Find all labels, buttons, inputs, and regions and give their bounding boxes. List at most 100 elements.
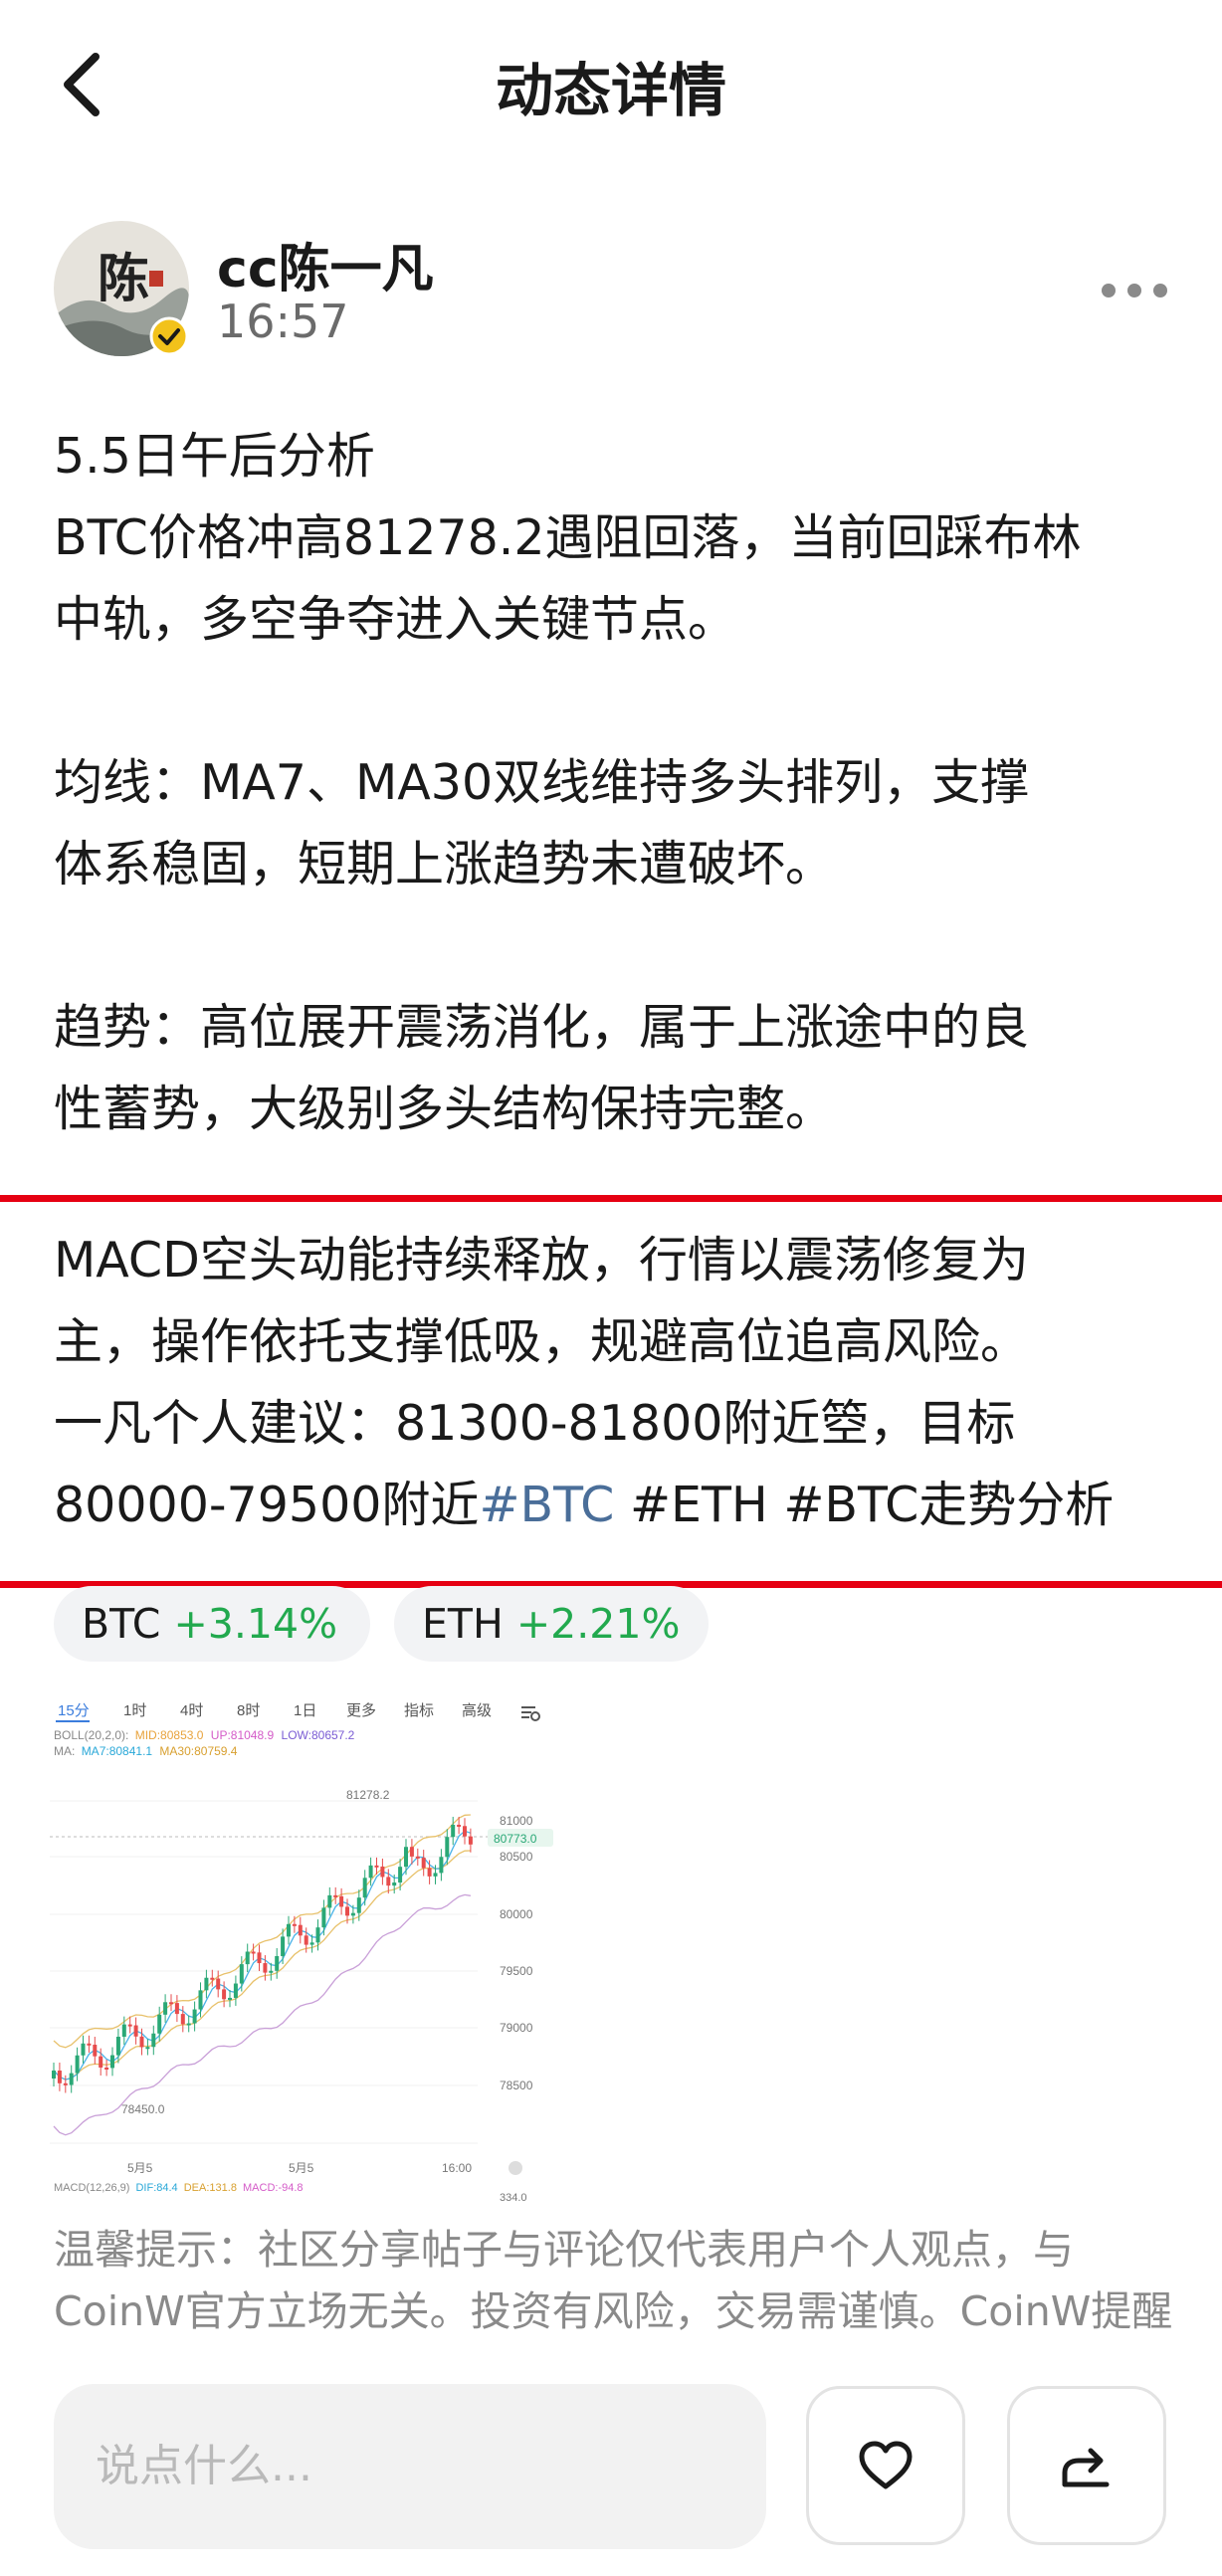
hashtag-eth[interactable]: #ETH: [630, 1477, 768, 1533]
coin-change: +3.14%: [173, 1600, 338, 1648]
macd-legend: MACD(12,26,9) DIF:84.4 DEA:131.8 MACD:-9…: [54, 2182, 304, 2194]
price-tick: 79500: [500, 1964, 533, 1978]
candle-body: [115, 2037, 120, 2056]
candle-body: [133, 2025, 138, 2037]
candle-body: [87, 2043, 92, 2046]
interval-tab: 高级: [462, 1702, 492, 1719]
candle-body: [251, 1951, 256, 1954]
interval-tab: 8时: [237, 1702, 260, 1719]
macd-axis-label: 334.0: [500, 2192, 527, 2204]
highlight-line-top: [0, 1195, 1222, 1202]
verified-check-icon: [149, 316, 189, 356]
like-button[interactable]: [806, 2386, 965, 2545]
candle-body: [415, 1856, 420, 1859]
active-tab-underline: [56, 1720, 90, 1722]
candle-body: [468, 1836, 473, 1845]
candle-body: [263, 1963, 268, 1973]
candle-body: [281, 1936, 286, 1956]
candle-body: [186, 2023, 191, 2026]
notice-line: 温馨提示：社区分享帖子与评论仅代表用户个人观点，与: [54, 2226, 1074, 2274]
price-tick: 78500: [500, 2079, 533, 2092]
hashtag-btc-analysis[interactable]: #BTC走势分析: [783, 1477, 1114, 1533]
candle-body: [157, 2014, 162, 2034]
candle-body: [362, 1878, 367, 1898]
candle-body: [104, 2067, 109, 2070]
candle-body: [374, 1865, 379, 1868]
coin-pill-eth[interactable]: ETH +2.21%: [394, 1586, 709, 1662]
candle-body: [204, 1977, 209, 1991]
boll-mid-line: [53, 1850, 471, 2081]
current-price-label: 80773.0: [494, 1832, 537, 1846]
author-name[interactable]: cc陈一凡: [217, 227, 434, 301]
candle-body: [439, 1857, 444, 1874]
post-content: 5.5日午后分析 BTC价格冲高81278.2遇阻回落，当前回踩布林 中轨，多空…: [54, 416, 1178, 1150]
more-dots-icon: [1102, 284, 1167, 297]
chart-image[interactable]: 15分 1时 4时 8时 1日 更多 指标 高级 BOLL(20,2,0): M…: [50, 1687, 557, 2205]
post-line: 体系稳固，短期上涨趋势未遭破坏。: [54, 836, 835, 892]
candle-body: [292, 1923, 297, 1926]
candle-body: [151, 2033, 156, 2048]
candle-body: [298, 1924, 303, 1936]
post-line: BTC价格冲高81278.2遇阻回落，当前回踩布林: [54, 509, 1082, 566]
candle-body: [228, 1997, 232, 2000]
candle-body: [63, 2082, 68, 2085]
author-row: 陈 cc陈一凡 16:57: [54, 221, 1168, 360]
candle-body: [245, 1951, 250, 1965]
candle-body: [304, 1935, 308, 1945]
candle-body: [321, 1907, 326, 1928]
candle-body: [210, 1977, 215, 1980]
notice-line: CoinW官方立场无关。投资有风险，交易需谨慎。CoinW提醒: [54, 2287, 1173, 2335]
boll-lower-line: [53, 1893, 471, 2136]
candle-body: [386, 1877, 391, 1886]
candle-body: [463, 1826, 467, 1837]
candle-body: [110, 2055, 114, 2069]
high-price-label: 81278.2: [346, 1788, 390, 1802]
candle-body: [99, 2056, 103, 2068]
candle-body: [398, 1867, 403, 1883]
candle-body: [174, 2003, 179, 2015]
top-nav-bar: 动态详情: [0, 0, 1222, 169]
candle-body: [198, 1990, 203, 2010]
candle-body: [52, 2071, 56, 2079]
candle-body: [327, 1894, 332, 1908]
candle-body: [145, 2047, 150, 2050]
coin-symbol: ETH: [422, 1600, 504, 1648]
candle-body: [275, 1955, 280, 1971]
ma-legend: MA: MA7:80841.1 MA30:80759.4: [54, 1744, 238, 1758]
comment-input[interactable]: 说点什么...: [54, 2384, 766, 2549]
low-price-label: 78450.0: [121, 2102, 165, 2116]
candle-body: [409, 1847, 414, 1857]
post-line: 5.5日午后分析: [54, 428, 375, 485]
hashtag-btc[interactable]: #BTC: [479, 1477, 614, 1533]
post-time: 16:57: [217, 295, 349, 348]
candle-body: [69, 2073, 74, 2085]
settings-icon: [521, 1706, 540, 1721]
price-tick: 81000: [500, 1814, 533, 1828]
candle-body: [339, 1895, 344, 1907]
candle-body: [421, 1858, 426, 1869]
interval-tab: 1时: [123, 1702, 146, 1719]
risk-notice: 温馨提示：社区分享帖子与评论仅代表用户个人观点，与 CoinW官方立场无关。投资…: [54, 2219, 1178, 2342]
candle-body: [309, 1942, 314, 1945]
price-tick: 80000: [500, 1907, 533, 1921]
candle-body: [127, 2024, 132, 2027]
share-button[interactable]: [1007, 2386, 1166, 2545]
candle-body: [233, 1983, 238, 1998]
price-tick: 80500: [500, 1850, 533, 1864]
candle-body: [139, 2036, 144, 2048]
post-line-prefix: 80000-79500附近: [54, 1477, 480, 1533]
candle-body: [368, 1865, 373, 1879]
coin-symbol: BTC: [82, 1600, 161, 1648]
candle-body: [169, 2002, 173, 2005]
price-plot: [50, 1800, 488, 2144]
candle-body: [445, 1837, 450, 1858]
time-tick: 5月5: [127, 2161, 153, 2175]
more-button[interactable]: [1095, 261, 1174, 320]
candle-body: [121, 2024, 126, 2038]
candle-body: [192, 2009, 197, 2024]
share-icon: [1062, 2448, 1110, 2487]
interval-tab: 指标: [404, 1702, 434, 1719]
coin-pill-btc[interactable]: BTC +3.14%: [54, 1586, 370, 1662]
interval-tab: 1日: [294, 1702, 316, 1719]
